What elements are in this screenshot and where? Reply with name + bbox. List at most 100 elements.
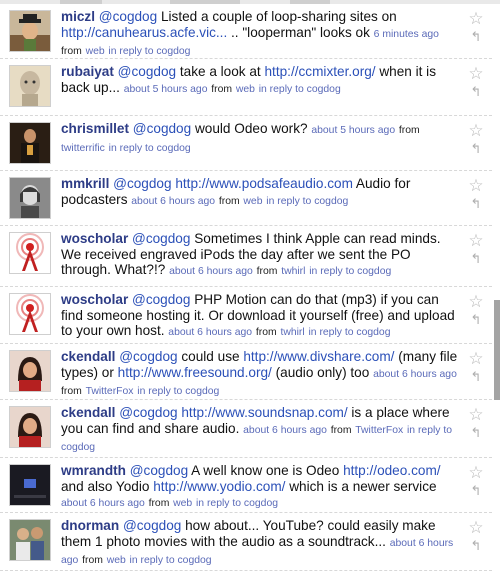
source-link[interactable]: web	[107, 555, 126, 566]
source-link[interactable]: twhirl	[280, 327, 304, 338]
username-link[interactable]: dnorman	[61, 518, 119, 533]
username-link[interactable]: chrismillet	[61, 121, 129, 136]
url-link[interactable]: http://odeo.com/	[343, 463, 440, 478]
source-link[interactable]: TwitterFox	[355, 425, 403, 436]
username-link[interactable]: rubaiyat	[61, 64, 114, 79]
in-reply-to-link[interactable]: in reply to cogdog	[196, 498, 278, 509]
timestamp-link[interactable]: about 6 hours ago	[169, 266, 253, 277]
url-link[interactable]: http://canuhearus.acfe.vic...	[61, 25, 227, 40]
avatar[interactable]	[9, 406, 51, 448]
timestamp-link[interactable]: about 5 hours ago	[124, 84, 208, 95]
source-link[interactable]: web	[86, 46, 105, 57]
status-item: chrismillet @cogdog would Odeo work? abo…	[0, 116, 492, 171]
status-body: rubaiyat @cogdog take a look at http://c…	[61, 64, 458, 97]
username-link[interactable]: ckendall	[61, 349, 115, 364]
star-icon[interactable]: ☆	[466, 406, 486, 423]
timestamp-link[interactable]: about 6 hours ago	[131, 196, 215, 207]
in-reply-to-link[interactable]: in reply to cogdog	[137, 386, 219, 397]
in-reply-to-link[interactable]: in reply to cogdog	[308, 327, 390, 338]
username-link[interactable]: miczl	[61, 9, 95, 24]
in-reply-to-link[interactable]: in reply to cogdog	[309, 266, 391, 277]
avatar[interactable]	[9, 293, 51, 335]
mention-link[interactable]: @cogdog	[123, 518, 181, 533]
url-link[interactable]: http://www.podsafeaudio.com	[175, 176, 353, 191]
reply-arrow-icon[interactable]: ↰	[466, 539, 486, 553]
reply-arrow-icon[interactable]: ↰	[466, 30, 486, 44]
source-link[interactable]: TwitterFox	[86, 386, 134, 397]
timestamp-link[interactable]: about 6 hours ago	[373, 369, 457, 380]
star-icon[interactable]: ☆	[466, 464, 486, 481]
status-text: Listed a couple of loop-sharing sites on	[157, 9, 397, 24]
in-reply-to-link[interactable]: in reply to cogdog	[266, 196, 348, 207]
avatar[interactable]	[9, 464, 51, 506]
username-link[interactable]: wmrandth	[61, 463, 126, 478]
star-icon[interactable]: ☆	[466, 65, 486, 82]
source-link[interactable]: twhirl	[281, 266, 305, 277]
reply-arrow-icon[interactable]: ↰	[466, 313, 486, 327]
in-reply-to-link[interactable]: in reply to cogdog	[109, 143, 191, 154]
timestamp-link[interactable]: about 6 hours ago	[243, 425, 327, 436]
reply-arrow-icon[interactable]: ↰	[466, 484, 486, 498]
avatar[interactable]	[9, 350, 51, 392]
mention-link[interactable]: @cogdog	[113, 176, 171, 191]
mention-link[interactable]: @cogdog	[119, 405, 177, 420]
avatar[interactable]	[9, 519, 51, 561]
window-edge	[494, 300, 500, 400]
url-link[interactable]: http://www.yodio.com/	[153, 479, 285, 494]
star-icon[interactable]: ☆	[466, 350, 486, 367]
mention-link[interactable]: @cogdog	[119, 349, 177, 364]
avatar[interactable]	[9, 177, 51, 219]
timestamp-link[interactable]: about 6 hours ago	[61, 498, 145, 509]
status-text: which is a newer service	[285, 478, 437, 494]
timestamp-link[interactable]: 6 minutes ago	[374, 29, 439, 40]
source-link[interactable]: web	[243, 196, 262, 207]
reply-arrow-icon[interactable]: ↰	[466, 85, 486, 99]
url-link[interactable]: http://www.soundsnap.com/	[181, 405, 347, 420]
username-link[interactable]: woscholar	[61, 292, 128, 307]
status-item: woscholar @cogdog PHP Motion can do that…	[0, 287, 492, 344]
avatar[interactable]	[9, 65, 51, 107]
timestamp-link[interactable]: about 6 hours ago	[168, 327, 252, 338]
timestamp-link[interactable]: about 5 hours ago	[311, 125, 395, 136]
in-reply-to-link[interactable]: in reply to cogdog	[259, 84, 341, 95]
source-label: from	[330, 424, 352, 436]
reply-arrow-icon[interactable]: ↰	[466, 197, 486, 211]
reply-arrow-icon[interactable]: ↰	[466, 142, 486, 156]
star-icon[interactable]: ☆	[466, 122, 486, 139]
star-icon[interactable]: ☆	[466, 10, 486, 27]
mention-link[interactable]: @cogdog	[130, 463, 188, 478]
source-link[interactable]: web	[173, 498, 192, 509]
star-icon[interactable]: ☆	[466, 519, 486, 536]
mention-link[interactable]: @cogdog	[99, 9, 157, 24]
in-reply-to-link[interactable]: in reply to cogdog	[108, 46, 190, 57]
url-link[interactable]: http://ccmixter.org/	[265, 64, 376, 79]
username-link[interactable]: woscholar	[61, 231, 128, 246]
source-link[interactable]: web	[236, 84, 255, 95]
status-actions: ☆ ↰	[466, 232, 486, 266]
mention-link[interactable]: @cogdog	[132, 292, 190, 307]
mention-link[interactable]: @cogdog	[133, 121, 191, 136]
status-actions: ☆ ↰	[466, 464, 486, 498]
in-reply-to-link[interactable]: in reply to cogdog	[130, 555, 212, 566]
status-body: woscholar @cogdog Sometimes I think Appl…	[61, 231, 458, 280]
username-link[interactable]: mmkrill	[61, 176, 109, 191]
status-actions: ☆ ↰	[466, 177, 486, 211]
star-icon[interactable]: ☆	[466, 293, 486, 310]
star-icon[interactable]: ☆	[466, 232, 486, 249]
status-text: could use	[177, 349, 244, 364]
url-link[interactable]: http://www.divshare.com/	[243, 349, 394, 364]
username-link[interactable]: ckendall	[61, 405, 115, 420]
reply-arrow-icon[interactable]: ↰	[466, 370, 486, 384]
reply-arrow-icon[interactable]: ↰	[466, 252, 486, 266]
mention-link[interactable]: @cogdog	[132, 231, 190, 246]
reply-arrow-icon[interactable]: ↰	[466, 426, 486, 440]
url-link[interactable]: http://www.freesound.org/	[118, 365, 272, 380]
mention-link[interactable]: @cogdog	[118, 64, 176, 79]
avatar[interactable]	[9, 232, 51, 274]
star-icon[interactable]: ☆	[466, 177, 486, 194]
status-body: ckendall @cogdog could use http://www.di…	[61, 349, 458, 400]
status-body: chrismillet @cogdog would Odeo work? abo…	[61, 121, 458, 156]
avatar[interactable]	[9, 122, 51, 164]
avatar[interactable]	[9, 10, 51, 52]
source-link[interactable]: twitterrific	[61, 143, 105, 154]
